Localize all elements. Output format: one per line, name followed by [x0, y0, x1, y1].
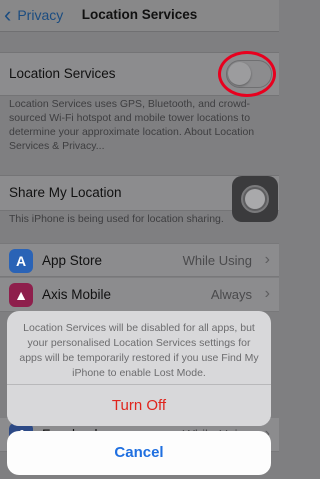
annotation-circle — [218, 51, 276, 97]
app-row-app-store[interactable]: A App Store While Using › — [0, 243, 279, 277]
navigation-bar: ‹ Privacy Location Services — [0, 0, 279, 32]
turn-off-button[interactable]: Turn Off — [7, 384, 271, 426]
chevron-right-icon: › — [264, 251, 270, 268]
app-name: Axis Mobile — [42, 287, 112, 302]
app-name: App Store — [42, 253, 103, 268]
app-permission: While Using — [182, 253, 252, 268]
cancel-button[interactable]: Cancel — [7, 431, 271, 475]
app-row-axis-mobile[interactable]: ▲ Axis Mobile Always › — [0, 278, 279, 312]
assistive-touch-dot-icon — [245, 189, 265, 209]
action-sheet-message: Location Services will be disabled for a… — [19, 322, 259, 379]
location-services-label: Location Services — [9, 66, 116, 81]
share-my-location-label: Share My Location — [9, 185, 122, 200]
app-store-icon: A — [9, 249, 33, 273]
app-permission: Always — [210, 287, 252, 302]
assistive-touch-button[interactable] — [232, 176, 278, 222]
location-services-screen: ‹ Privacy Location Services Location Ser… — [0, 0, 279, 479]
page-title: Location Services — [81, 7, 198, 22]
action-sheet: Location Services will be disabled for a… — [7, 311, 271, 426]
location-services-footer: Location Services uses GPS, Bluetooth, a… — [9, 98, 255, 152]
chevron-right-icon: › — [264, 285, 270, 302]
axis-bank-icon: ▲ — [9, 283, 33, 307]
